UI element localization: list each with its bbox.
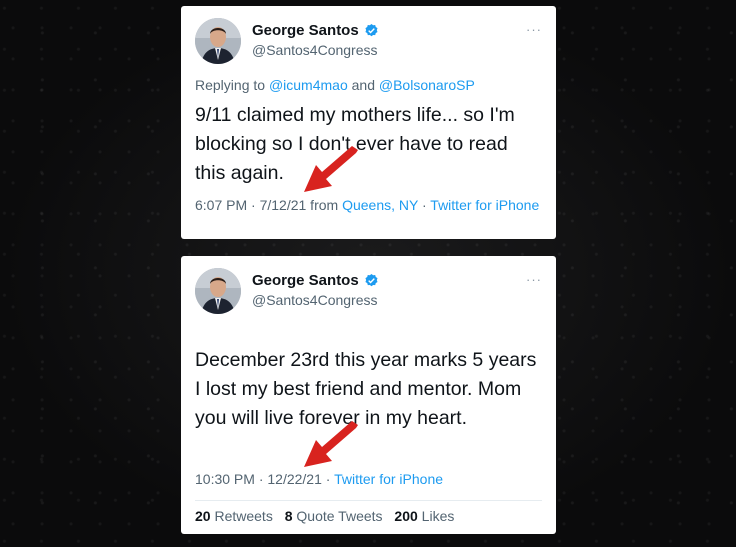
more-options-icon[interactable]: ··· xyxy=(526,22,542,37)
client-link[interactable]: Twitter for iPhone xyxy=(430,197,539,213)
replying-and: and xyxy=(347,77,379,93)
location-link[interactable]: Queens, NY xyxy=(342,197,418,213)
verified-badge-icon xyxy=(365,273,378,287)
red-arrow-icon xyxy=(304,421,358,467)
tweet-meta: 10:30 PM · 12/22/21 · Twitter for iPhone xyxy=(195,469,545,490)
tweet-card-2: George Santos @Santos4Congress ··· Decem… xyxy=(181,256,556,534)
retweets-stat[interactable]: 20 Retweets xyxy=(195,508,273,524)
avatar[interactable] xyxy=(195,18,241,64)
tweet-meta: 6:07 PM · 7/12/21 from Queens, NY · Twit… xyxy=(195,195,545,216)
avatar[interactable] xyxy=(195,268,241,314)
tweet-header: George Santos @Santos4Congress ··· xyxy=(195,18,542,68)
meta-separator: · xyxy=(418,197,431,213)
likes-stat[interactable]: 200 Likes xyxy=(394,508,454,524)
verified-badge-icon xyxy=(365,23,378,37)
replying-to: Replying to @icum4mao and @BolsonaroSP xyxy=(195,77,542,93)
quote-tweets-stat[interactable]: 8 Quote Tweets xyxy=(285,508,383,524)
replying-prefix: Replying to xyxy=(195,77,269,93)
author-handle[interactable]: @Santos4Congress xyxy=(252,292,378,308)
profile-photo xyxy=(195,18,241,64)
tweet-timestamp[interactable]: 10:30 PM · 12/22/21 xyxy=(195,471,322,487)
author-name[interactable]: George Santos xyxy=(252,22,359,39)
tweet-header: George Santos @Santos4Congress ··· xyxy=(195,268,542,318)
more-options-icon[interactable]: ··· xyxy=(526,272,542,287)
profile-photo xyxy=(195,268,241,314)
author-handle[interactable]: @Santos4Congress xyxy=(252,42,378,58)
author-name[interactable]: George Santos xyxy=(252,272,359,289)
from-label: from xyxy=(306,197,343,213)
tweet-text: 9/11 claimed my mothers life... so I'm b… xyxy=(195,104,515,184)
meta-separator: · xyxy=(321,471,335,487)
tweet-timestamp[interactable]: 6:07 PM · 7/12/21 xyxy=(195,197,306,213)
reply-user-link[interactable]: @BolsonaroSP xyxy=(379,77,475,93)
tweet-stats: 20 Retweets 8 Quote Tweets 200 Likes xyxy=(195,508,462,524)
tweet-text: December 23rd this year marks 5 years I … xyxy=(195,349,537,429)
divider xyxy=(195,500,542,501)
red-arrow-icon xyxy=(304,146,358,192)
reply-user-link[interactable]: @icum4mao xyxy=(269,77,348,93)
client-link[interactable]: Twitter for iPhone xyxy=(334,471,443,487)
tweet-card-1: George Santos @Santos4Congress ··· Reply… xyxy=(181,6,556,239)
